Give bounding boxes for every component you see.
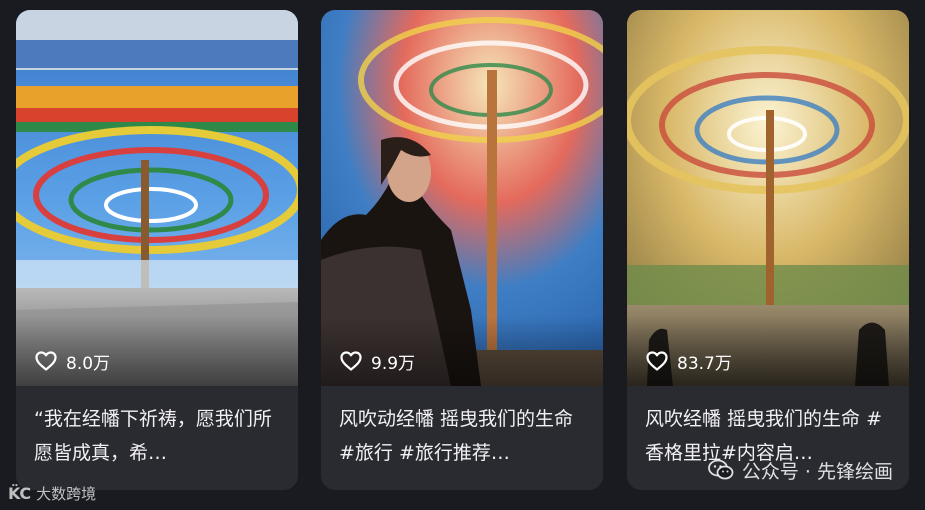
like-count-overlay: 9.9万	[339, 348, 415, 374]
video-caption[interactable]: 风吹动经幡 摇曳我们的生命 #旅行 #旅行推荐…	[339, 402, 589, 470]
brand-watermark: K̈C 大数跨境	[8, 481, 96, 505]
brand-logo: K̈C	[8, 483, 31, 503]
video-thumbnail[interactable]: 9.9万	[321, 10, 603, 386]
video-card-3[interactable]: 83.7万 风吹经幡 摇曳我们的生命 #香格里拉#内容启…	[627, 10, 909, 490]
wechat-icon	[707, 459, 734, 481]
video-thumbnail[interactable]: 8.0万	[16, 10, 298, 386]
video-thumbnail[interactable]: 83.7万	[627, 10, 909, 386]
like-count-overlay: 8.0万	[34, 348, 110, 374]
video-grid: 8.0万 “我在经幡下祈祷，愿我们所愿皆成真，希… 9.9万 风吹动经幡 摇曳我…	[0, 0, 925, 510]
like-count: 83.7万	[677, 353, 732, 374]
like-count: 8.0万	[66, 353, 111, 374]
video-caption[interactable]: “我在经幡下祈祷，愿我们所愿皆成真，希…	[34, 402, 284, 470]
video-card-2[interactable]: 9.9万 风吹动经幡 摇曳我们的生命 #旅行 #旅行推荐…	[321, 10, 603, 490]
wechat-watermark: 公众号 · 先锋绘画	[707, 456, 893, 484]
heart-icon	[339, 349, 363, 373]
brand-watermark-text: 大数跨境	[36, 484, 97, 503]
wechat-watermark-text: 公众号 · 先锋绘画	[741, 460, 893, 483]
heart-icon	[645, 349, 669, 373]
video-card-1[interactable]: 8.0万 “我在经幡下祈祷，愿我们所愿皆成真，希…	[16, 10, 298, 490]
like-count: 9.9万	[371, 353, 416, 374]
heart-icon	[34, 349, 58, 373]
like-count-overlay: 83.7万	[645, 348, 732, 374]
